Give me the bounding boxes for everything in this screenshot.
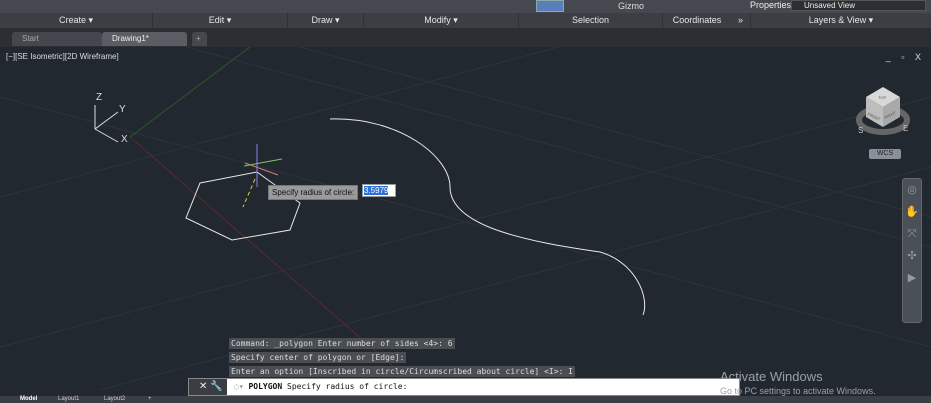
command-name: POLYGON (248, 382, 283, 391)
command-prompt: Specify radius of circle: (287, 382, 408, 391)
zoom-extents-icon[interactable]: ⤧ (903, 223, 921, 245)
group-edit[interactable]: Edit ▾ (153, 13, 288, 29)
compass-e: E (903, 124, 908, 133)
cube-top-label[interactable]: TOP (878, 95, 886, 100)
group-layers-view[interactable]: Layers & View ▾ (751, 13, 931, 29)
ribbon: Gizmo Properties Unsaved View Create ▾ E… (0, 0, 931, 29)
ucs-y-label: Y (119, 104, 126, 115)
gizmo-button[interactable]: Gizmo (618, 1, 644, 11)
view-select[interactable]: Unsaved View (791, 0, 926, 11)
file-tabs: Start Drawing1* + (0, 29, 931, 47)
group-draw[interactable]: Draw ▾ (288, 13, 364, 29)
compass-s: S (858, 126, 863, 135)
activate-windows-subtitle: Go to PC settings to activate Windows. (720, 386, 876, 396)
radius-input[interactable]: 3.5979 (362, 184, 396, 197)
viewcube[interactable] (856, 87, 910, 135)
command-history-line: Specify center of polygon or [Edge]: (229, 352, 407, 363)
close-icon[interactable]: ✕ (199, 381, 207, 392)
drawing-viewport[interactable]: Z Y X TOP FRONT RIGHT S E [−][SE Isometr… (0, 47, 931, 390)
dynamic-input-prompt: Specify radius of circle: (268, 185, 359, 200)
tab-drawing1[interactable]: Drawing1* (102, 32, 187, 46)
group-coordinates[interactable]: Coordinates (663, 13, 731, 29)
y-axis-line (129, 47, 251, 138)
command-history-line: Enter an option [Inscribed in circle/Cir… (229, 366, 575, 377)
showmotion-icon[interactable]: ▶ (903, 267, 921, 289)
group-modify[interactable]: Modify ▾ (364, 13, 519, 29)
properties-label: Properties (750, 0, 792, 10)
drawing-canvas: Z Y X TOP FRONT RIGHT S E (0, 47, 931, 390)
command-line[interactable]: ✕ 🔧 ◌▾ POLYGON Specify radius of circle: (188, 378, 740, 396)
ucs-x-label: X (121, 134, 128, 145)
layout-tab-layout1[interactable]: Layout1 (58, 396, 79, 403)
orbit-icon[interactable]: ✣ (903, 245, 921, 267)
layout-tab-layout2[interactable]: Layout2 (104, 396, 125, 403)
wrench-icon[interactable]: 🔧 (210, 381, 222, 392)
recent-commands-icon[interactable]: ◌▾ (234, 382, 244, 391)
navigation-bar: ◎ ✋ ⤧ ✣ ▶ (902, 178, 922, 323)
group-create[interactable]: Create ▾ (0, 13, 153, 29)
command-history-line: Command: _polygon Enter number of sides … (229, 338, 455, 349)
command-line-tools: ✕ 🔧 (189, 379, 227, 395)
viewport-controls-label[interactable]: [−][SE Isometric][2D Wireframe] (6, 52, 119, 61)
tab-start[interactable]: Start (12, 32, 102, 46)
pan-icon[interactable]: ✋ (903, 201, 921, 223)
wcs-menu[interactable]: WCS (869, 149, 901, 159)
radius-value[interactable]: 3.5979 (364, 186, 389, 195)
steering-wheel-icon[interactable]: ◎ (903, 179, 921, 201)
new-tab-button[interactable]: + (192, 32, 207, 46)
viewport-window-controls[interactable]: _ ▫ X (886, 52, 925, 62)
group-selection[interactable]: Selection (519, 13, 663, 29)
add-layout-button[interactable]: + (148, 396, 152, 403)
ribbon-expand-button[interactable]: » (731, 13, 751, 29)
ucs-z-label: Z (96, 92, 102, 103)
selection-tool-button[interactable] (536, 0, 564, 12)
status-bar: Model Layout1 Layout2 + (0, 396, 931, 403)
layout-tab-model[interactable]: Model (20, 396, 37, 403)
